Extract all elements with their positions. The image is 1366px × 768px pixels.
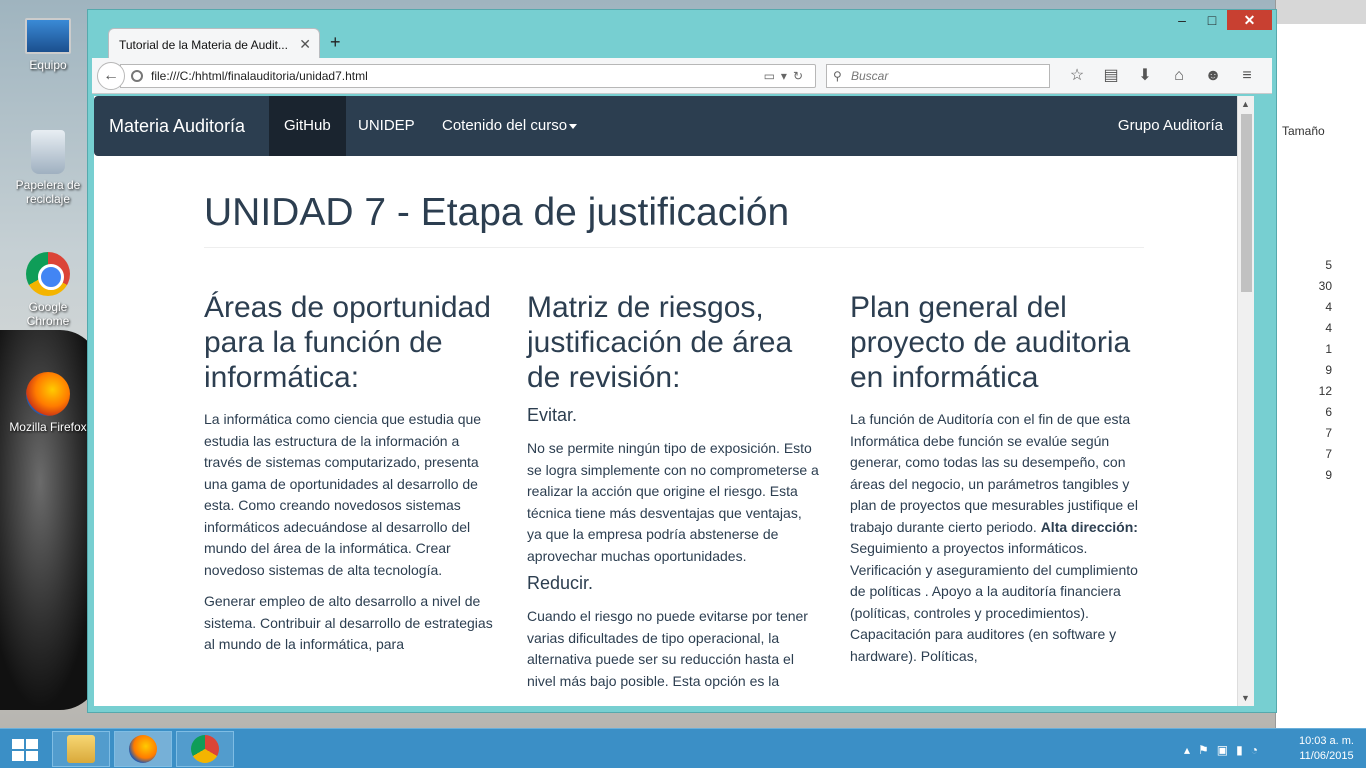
column-plan-general: Plan general del proyecto de auditoria e… xyxy=(850,290,1143,702)
desktop-icon-equipo[interactable]: Equipo xyxy=(6,14,90,72)
size-value: 12 xyxy=(1318,384,1332,398)
search-input[interactable]: ⚲ Buscar xyxy=(826,64,1050,88)
paragraph: La función de Auditoría con el fin de qu… xyxy=(850,409,1143,667)
downloads-icon[interactable]: ⬇ xyxy=(1128,64,1162,88)
bookmark-star-icon[interactable]: ☆ xyxy=(1060,64,1094,88)
paragraph: No se permite ningún tipo de exposición.… xyxy=(527,440,819,564)
bold-text: Alta dirección: xyxy=(1040,518,1138,535)
computer-icon xyxy=(25,18,71,54)
column-heading: Matriz de riesgos, justificación de área… xyxy=(527,291,793,394)
chrome-icon xyxy=(191,735,219,763)
search-icon: ⚲ xyxy=(833,69,842,83)
back-button[interactable]: ← xyxy=(97,62,125,90)
page-scrollbar[interactable]: ▲ ▼ xyxy=(1237,96,1254,706)
firefox-icon xyxy=(129,735,157,763)
nav-item-label: Cotenido del curso xyxy=(442,117,568,134)
close-window-button[interactable]: ✕ xyxy=(1227,10,1272,30)
desktop-icon-label: Mozilla Firefox xyxy=(9,420,87,434)
caret-down-icon xyxy=(569,123,578,129)
desktop-icon-label: Equipo xyxy=(29,58,67,72)
globe-icon xyxy=(131,70,143,82)
column-oportunidad: Áreas de oportunidad para la función de … xyxy=(204,290,497,702)
clock-date: 11/06/2015 xyxy=(1299,750,1354,762)
page-title: UNIDAD 7 - Etapa de justificación xyxy=(204,191,1144,248)
page-content: Materia Auditoría GitHub UNIDEP Cotenido… xyxy=(94,96,1254,706)
folder-icon xyxy=(67,735,95,763)
tab-title: Tutorial de la Materia de Audit... xyxy=(119,38,288,52)
site-navbar: Materia Auditoría GitHub UNIDEP Cotenido… xyxy=(94,96,1254,156)
main-container: UNIDAD 7 - Etapa de justificación Áreas … xyxy=(204,191,1144,702)
url-bar[interactable]: file:///C:/hhtml/finalauditoria/unidad7.… xyxy=(120,64,816,88)
column-heading: Plan general del proyecto de auditoria e… xyxy=(850,291,1131,394)
clock[interactable]: 10:03 a. m. 11/06/2015 xyxy=(1299,734,1354,764)
reading-list-icon[interactable]: ▤ xyxy=(1094,64,1128,88)
url-bar-icons[interactable]: ▭▾↻ xyxy=(764,65,809,87)
subheading: Reducir. xyxy=(527,573,594,593)
browser-tab[interactable]: Tutorial de la Materia de Audit... ✕ xyxy=(108,28,320,59)
size-value: 7 xyxy=(1325,426,1332,440)
paragraph-text: La función de Auditoría con el fin de qu… xyxy=(850,411,1138,535)
desktop-icon-chrome[interactable]: Google Chrome xyxy=(6,252,90,328)
menu-icon[interactable]: ≡ xyxy=(1230,64,1264,88)
column-matriz-riesgos: Matriz de riesgos, justificación de área… xyxy=(527,290,820,702)
size-value: 4 xyxy=(1325,321,1332,335)
taskbar-file-explorer[interactable] xyxy=(52,731,110,767)
desktop-icon-firefox[interactable]: Mozilla Firefox xyxy=(6,372,90,434)
background-window-titlebar xyxy=(1276,0,1366,24)
nav-item-unidep[interactable]: UNIDEP xyxy=(343,96,430,156)
paragraph: Generar empleo de alto desarrollo a nive… xyxy=(204,593,493,652)
scroll-down-icon[interactable]: ▼ xyxy=(1241,693,1250,703)
minimize-button[interactable]: – xyxy=(1167,10,1197,30)
size-value: 5 xyxy=(1325,258,1332,272)
taskbar-chrome[interactable] xyxy=(176,731,234,767)
paragraph-text: Seguimiento a proyectos informáticos. Ve… xyxy=(850,540,1138,664)
windows-start-button[interactable] xyxy=(12,739,38,761)
home-icon[interactable]: ⌂ xyxy=(1162,64,1196,88)
desktop-icon-label: Google Chrome xyxy=(26,300,70,328)
size-value: 6 xyxy=(1325,405,1332,419)
recycle-bin-icon xyxy=(31,130,65,174)
paragraph: La informática como ciencia que estudia … xyxy=(204,411,482,578)
hello-icon[interactable]: ☻ xyxy=(1196,64,1230,88)
size-value: 9 xyxy=(1325,363,1332,377)
new-tab-button[interactable]: + xyxy=(330,32,341,53)
chrome-icon xyxy=(26,252,70,296)
taskbar: ▴⚑▣▮◔ 10:03 a. m. 11/06/2015 xyxy=(0,728,1366,768)
content-columns: Áreas de oportunidad para la función de … xyxy=(204,290,1144,702)
column-heading: Áreas de oportunidad para la función de … xyxy=(204,291,491,394)
size-value: 7 xyxy=(1325,447,1332,461)
window-controls: – □ ✕ xyxy=(1167,10,1272,32)
system-tray[interactable]: ▴⚑▣▮◔ xyxy=(1184,743,1266,757)
navigation-toolbar: file:///C:/hhtml/finalauditoria/unidad7.… xyxy=(92,58,1272,94)
background-window[interactable]: Tamaño 5 30 4 4 1 9 12 6 7 7 9 xyxy=(1275,0,1366,728)
search-placeholder: Buscar xyxy=(851,69,889,83)
nav-item-grupo[interactable]: Grupo Auditoría xyxy=(1103,96,1238,156)
size-value: 1 xyxy=(1325,342,1332,356)
clock-time: 10:03 a. m. xyxy=(1298,735,1354,747)
close-tab-icon[interactable]: ✕ xyxy=(299,36,311,53)
desktop-icon-recycle-bin[interactable]: Papelera de reciclaje xyxy=(6,130,90,206)
url-text: file:///C:/hhtml/finalauditoria/unidad7.… xyxy=(151,69,368,83)
subheading: Evitar. xyxy=(527,405,578,425)
size-value: 4 xyxy=(1325,300,1332,314)
firefox-window[interactable]: – □ ✕ Tutorial de la Materia de Audit...… xyxy=(87,9,1277,713)
firefox-icon xyxy=(26,372,70,416)
taskbar-firefox[interactable] xyxy=(114,731,172,767)
toolbar-icons: ☆ ▤ ⬇ ⌂ ☻ ≡ xyxy=(1060,64,1264,88)
maximize-button[interactable]: □ xyxy=(1197,10,1227,30)
size-column-header: Tamaño xyxy=(1282,124,1325,138)
size-value: 30 xyxy=(1318,279,1332,293)
scroll-up-icon[interactable]: ▲ xyxy=(1241,99,1250,109)
scrollbar-thumb[interactable] xyxy=(1241,114,1252,292)
size-value: 9 xyxy=(1325,468,1332,482)
paragraph: Cuando el riesgo no puede evitarse por t… xyxy=(527,608,808,689)
desktop-icon-label: Papelera de reciclaje xyxy=(15,178,81,206)
navbar-brand[interactable]: Materia Auditoría xyxy=(94,96,260,156)
nav-item-contenido-dropdown[interactable]: Cotenido del curso xyxy=(427,96,592,156)
nav-item-github[interactable]: GitHub xyxy=(269,96,346,156)
